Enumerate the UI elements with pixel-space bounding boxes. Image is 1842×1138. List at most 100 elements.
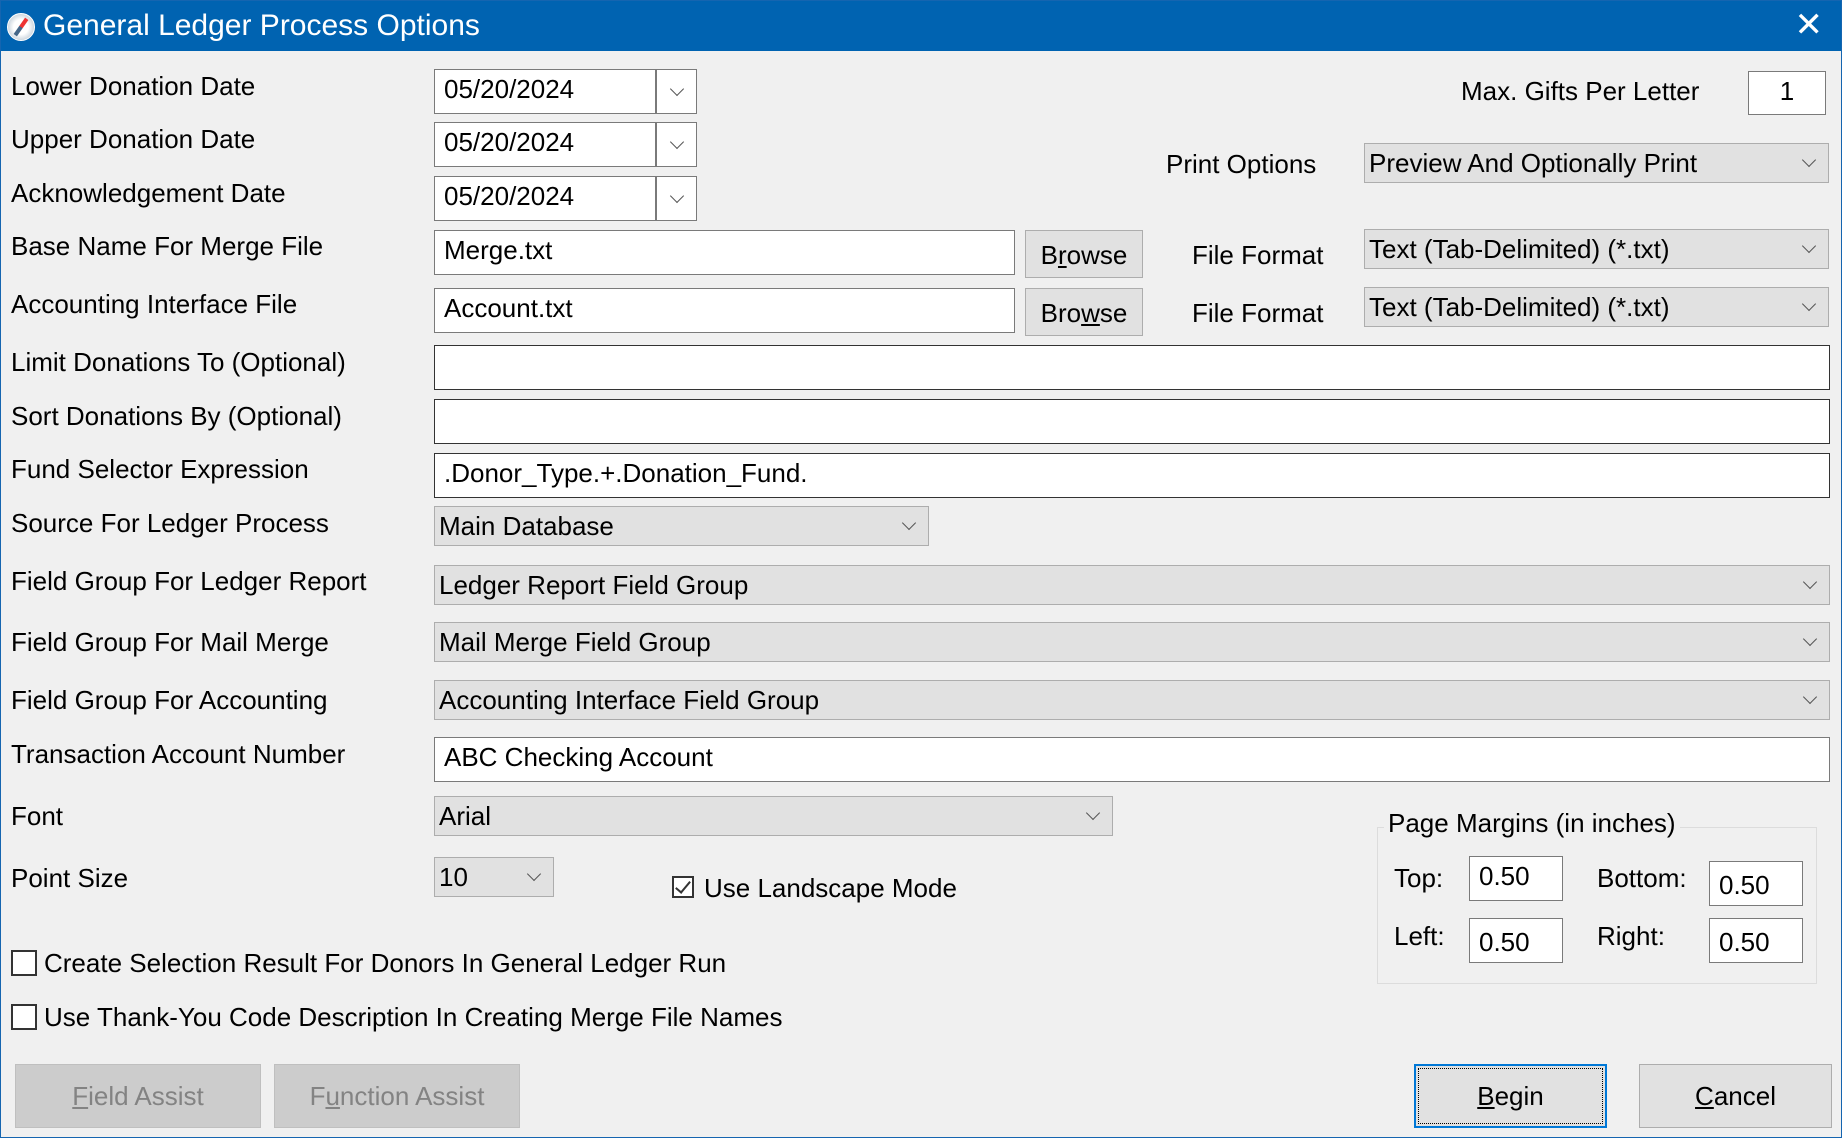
function-assist-accelerator: u [325,1081,340,1111]
chevron-down-icon [1802,631,1818,647]
chevron-down-icon [669,188,685,204]
acknowledgement-date-dropdown-button[interactable] [656,176,697,221]
source-select-value: Main Database [439,511,614,541]
browse-label-part: se [1099,298,1128,328]
browse-accelerator: w [1081,298,1100,328]
merge-file-format-value: Text (Tab-Delimited) (*.txt) [1369,234,1670,264]
field-assist-button[interactable]: Field Assist [15,1064,261,1128]
chevron-down-icon [1801,238,1817,254]
fund-selector-input[interactable]: .Donor_Type.+.Donation_Fund. [434,453,1830,498]
lower-date-dropdown-button[interactable] [656,69,697,114]
begin-button[interactable]: Begin [1414,1064,1607,1128]
focus-ring [1418,1068,1603,1124]
print-options-label: Print Options [1166,149,1317,179]
max-gifts-label: Max. Gifts Per Letter [1461,76,1700,106]
function-assist-label-part: F [309,1081,326,1111]
print-options-select[interactable]: Preview And Optionally Print [1364,143,1829,183]
point-size-value: 10 [439,862,468,892]
title-bar: General Ledger Process Options ✕ [1,1,1841,51]
chevron-down-icon [669,81,685,97]
merge-file-input[interactable]: Merge.txt [434,230,1015,275]
limit-donations-input[interactable] [434,345,1830,390]
margin-bottom-label: Bottom: [1597,863,1687,893]
cancel-button[interactable]: Cancel [1639,1064,1832,1128]
create-selection-checkbox[interactable] [11,950,37,976]
upper-donation-date-label: Upper Donation Date [11,124,256,154]
merge-file-format-select[interactable]: Text (Tab-Delimited) (*.txt) [1364,229,1829,269]
page-margins-title: Page Margins (in inches) [1384,808,1680,838]
field-assist-accelerator: F [72,1081,89,1111]
chevron-down-icon [1085,805,1101,821]
max-gifts-input[interactable]: 1 [1748,71,1826,115]
margin-left-label: Left: [1394,921,1445,951]
browse-accelerator: r [1057,240,1067,270]
chevron-down-icon [1801,296,1817,312]
accounting-file-label: Accounting Interface File [11,289,298,319]
function-assist-label: nction Assist [339,1081,485,1111]
point-size-select[interactable]: 10 [434,857,554,897]
thank-you-code-checkbox[interactable] [11,1004,37,1030]
chevron-down-icon [669,134,685,150]
print-options-value: Preview And Optionally Print [1369,148,1698,178]
field-group-ledger-label: Field Group For Ledger Report [11,566,367,596]
chevron-down-icon [1802,574,1818,590]
field-assist-label: ield Assist [88,1081,204,1111]
field-group-ledger-value: Ledger Report Field Group [439,570,749,600]
transaction-account-input[interactable]: ABC Checking Account [434,737,1830,782]
margin-top-label: Top: [1394,863,1444,893]
chevron-down-icon [1801,152,1817,168]
acknowledgement-date-label: Acknowledgement Date [11,178,286,208]
create-selection-label: Create Selection Result For Donors In Ge… [44,948,727,978]
margin-left-input[interactable]: 0.50 [1469,918,1563,963]
source-select[interactable]: Main Database [434,506,929,546]
field-group-mail-label: Field Group For Mail Merge [11,627,329,657]
lower-donation-date-input[interactable]: 05/20/2024 [434,69,656,114]
landscape-checkbox[interactable] [672,876,694,898]
close-icon[interactable]: ✕ [1795,7,1824,43]
accounting-file-format-select[interactable]: Text (Tab-Delimited) (*.txt) [1364,287,1829,327]
field-group-accounting-label: Field Group For Accounting [11,685,328,715]
margin-right-label: Right: [1597,921,1665,951]
chevron-down-icon [1802,689,1818,705]
accounting-file-input[interactable]: Account.txt [434,288,1015,333]
compass-icon [7,13,35,41]
margin-right-input[interactable]: 0.50 [1709,918,1803,963]
margin-bottom-input[interactable]: 0.50 [1709,861,1803,906]
fund-selector-label: Fund Selector Expression [11,454,309,484]
function-assist-button[interactable]: Function Assist [274,1064,520,1128]
accounting-file-format-label: File Format [1192,298,1324,328]
transaction-account-label: Transaction Account Number [11,739,346,769]
merge-file-label: Base Name For Merge File [11,231,324,261]
merge-file-browse-button[interactable]: Browse [1025,230,1143,278]
browse-label-part: B [1040,240,1058,270]
landscape-label: Use Landscape Mode [704,873,957,903]
chevron-down-icon [901,515,917,531]
upper-donation-date-input[interactable]: 05/20/2024 [434,122,656,167]
field-group-accounting-select[interactable]: Accounting Interface Field Group [434,680,1830,720]
accounting-file-browse-button[interactable]: Browse [1025,288,1143,336]
point-size-label: Point Size [11,863,129,893]
margin-top-input[interactable]: 0.50 [1469,856,1563,901]
lower-donation-date-label: Lower Donation Date [11,71,256,101]
chevron-down-icon [526,866,542,882]
acknowledgement-date-input[interactable]: 05/20/2024 [434,176,656,221]
field-group-accounting-value: Accounting Interface Field Group [439,685,820,715]
general-ledger-dialog: General Ledger Process Options ✕ Lower D… [0,0,1842,1138]
browse-label-part: owse [1066,240,1128,270]
browse-label-part: Bro [1040,298,1082,328]
limit-donations-label: Limit Donations To (Optional) [11,347,346,377]
field-group-mail-value: Mail Merge Field Group [439,627,711,657]
font-select[interactable]: Arial [434,796,1113,836]
merge-file-format-label: File Format [1192,240,1324,270]
field-group-ledger-select[interactable]: Ledger Report Field Group [434,565,1830,605]
sort-donations-input[interactable] [434,399,1830,444]
window-title: General Ledger Process Options [43,9,480,42]
cancel-accelerator: C [1695,1081,1714,1111]
font-select-value: Arial [439,801,492,831]
thank-you-code-label: Use Thank-You Code Description In Creati… [44,1002,783,1032]
cancel-label: ancel [1713,1081,1776,1111]
field-group-mail-select[interactable]: Mail Merge Field Group [434,622,1830,662]
font-label: Font [11,801,64,831]
accounting-file-format-value: Text (Tab-Delimited) (*.txt) [1369,292,1670,322]
upper-date-dropdown-button[interactable] [656,122,697,167]
